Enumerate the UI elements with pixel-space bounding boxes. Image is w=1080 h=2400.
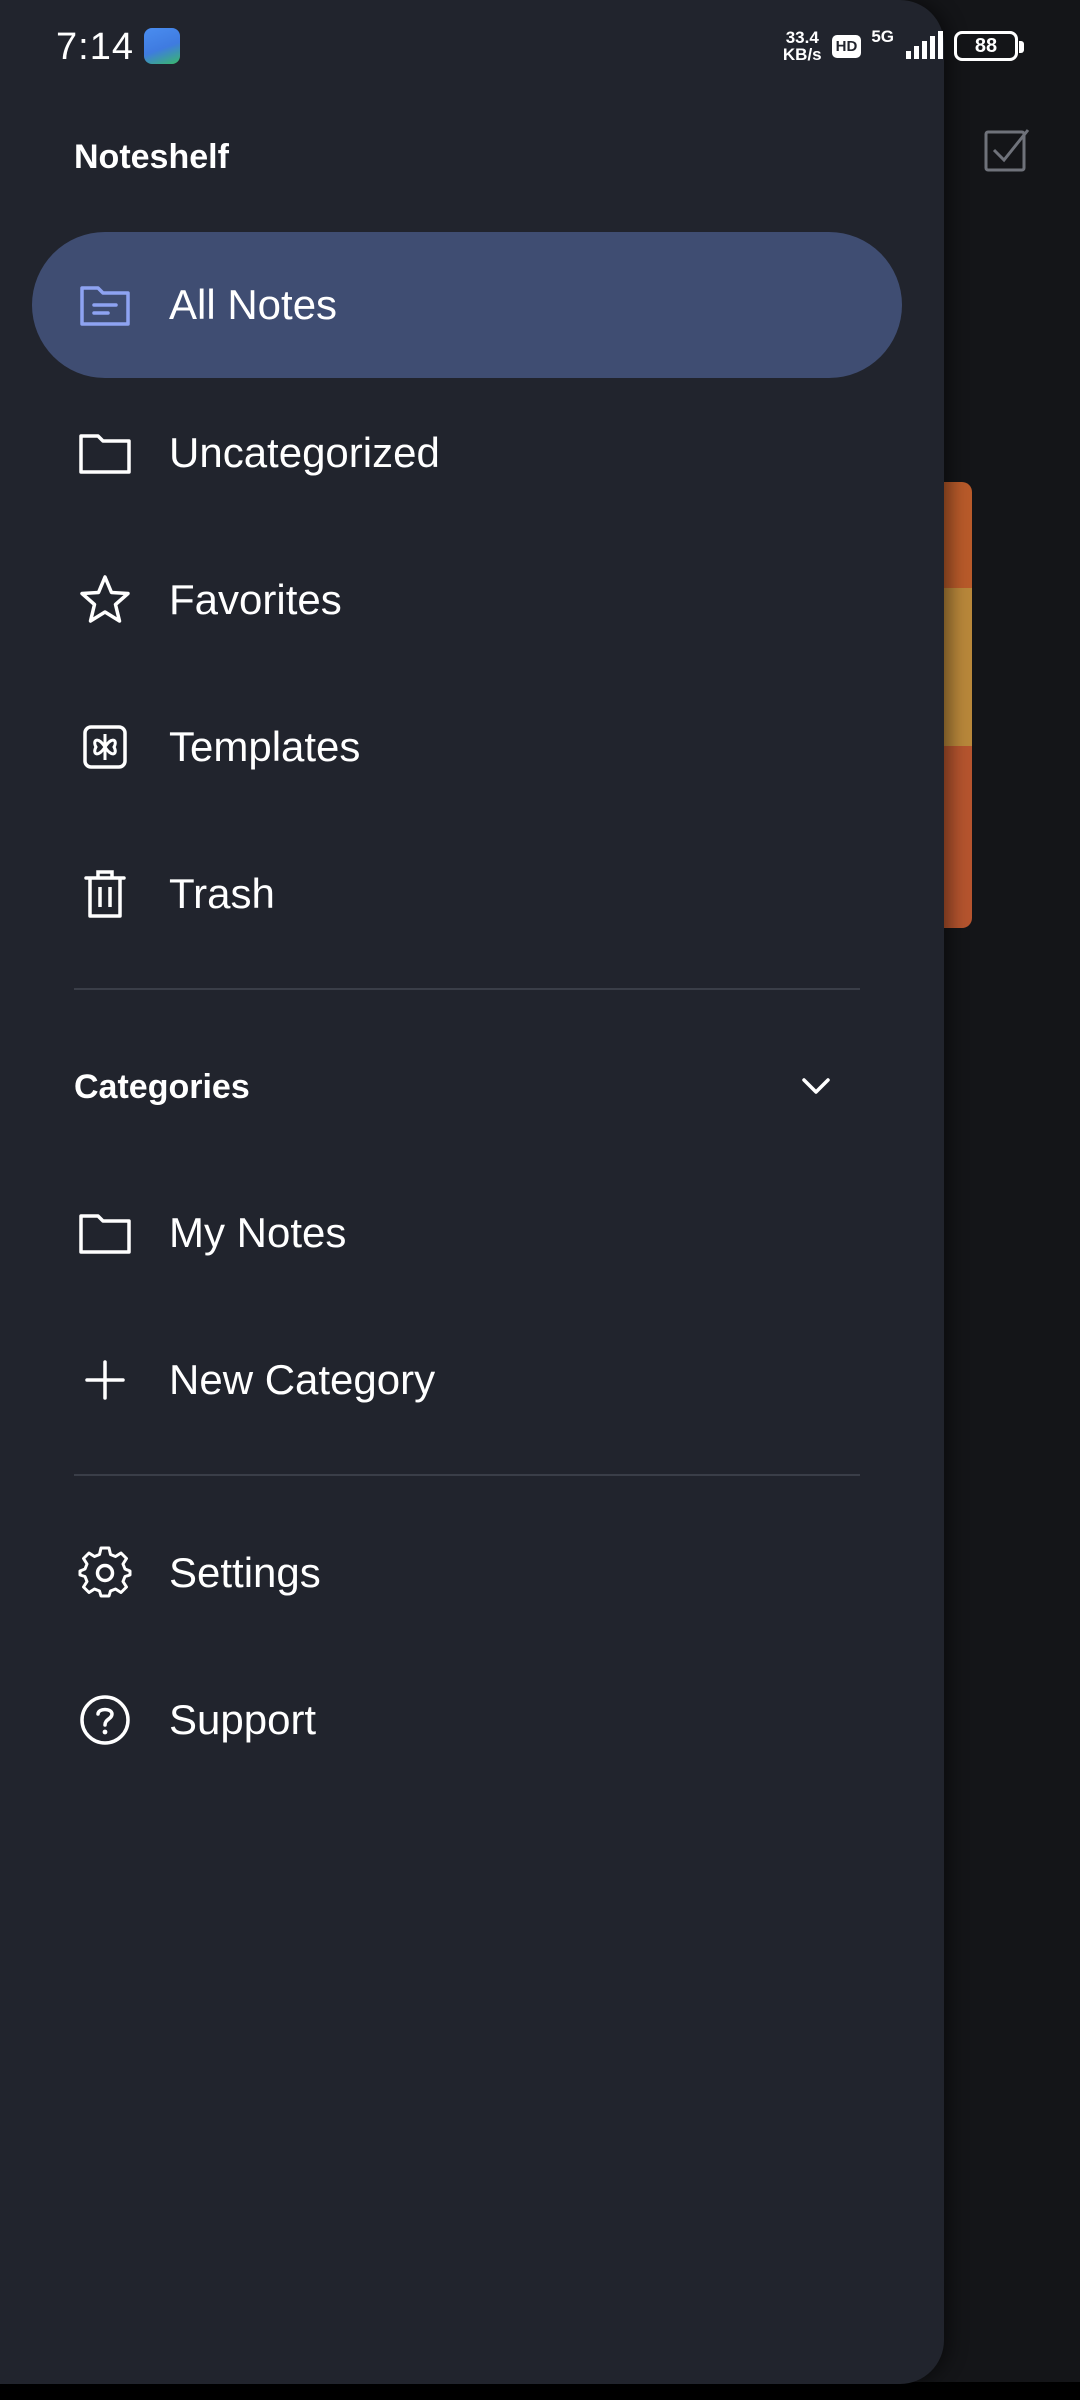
status-indicators: 33.4 KB/s HD 5G 88	[782, 24, 1024, 68]
checkbox-icon[interactable]	[982, 124, 1032, 174]
divider	[74, 988, 860, 990]
battery-icon: 88	[954, 31, 1024, 61]
plus-icon	[78, 1353, 132, 1407]
nav-item-label: Trash	[169, 870, 275, 917]
divider	[74, 1474, 860, 1476]
signal-bars-icon	[906, 31, 943, 59]
hd-voice-badge: HD	[831, 34, 862, 58]
nav-item-favorites[interactable]: Favorites	[32, 527, 902, 673]
folder-icon	[78, 426, 132, 480]
nav-item-label: Uncategorized	[169, 429, 440, 476]
gesture-bar	[0, 2382, 1080, 2400]
nav-item-label: Support	[169, 1696, 317, 1743]
new-category-button[interactable]: New Category	[32, 1307, 902, 1453]
trash-icon	[78, 867, 132, 921]
templates-icon	[78, 720, 132, 774]
folder-icon	[78, 1206, 132, 1260]
nav-item-label: Settings	[169, 1549, 321, 1596]
nav-item-support[interactable]: Support	[32, 1647, 902, 1793]
network-speed: 33.4 KB/s	[782, 28, 822, 64]
status-time: 7:14	[56, 26, 134, 68]
new-category-label: New Category	[169, 1356, 436, 1403]
gallery-notification-icon	[144, 28, 180, 64]
nav-item-label: Templates	[169, 723, 361, 770]
nav-item-uncategorized[interactable]: Uncategorized	[32, 380, 902, 526]
nav-item-label: Favorites	[169, 576, 342, 623]
nav-item-label: All Notes	[169, 281, 338, 328]
nav-item-trash[interactable]: Trash	[32, 821, 902, 967]
nav-item-all-notes[interactable]: All Notes	[32, 232, 902, 378]
app-title: Noteshelf	[74, 138, 229, 176]
category-item-label: My Notes	[169, 1209, 347, 1256]
status-bar: 7:14 33.4 KB/s HD 5G 88	[0, 0, 1080, 92]
nav-item-templates[interactable]: Templates	[32, 674, 902, 820]
battery-level: 88	[974, 34, 998, 57]
nav-item-settings[interactable]: Settings	[32, 1500, 902, 1646]
network-type: 5G	[871, 26, 894, 46]
gear-icon	[78, 1546, 132, 1600]
star-icon	[78, 573, 132, 627]
category-item-my-notes[interactable]: My Notes	[32, 1160, 902, 1306]
folder-open-icon	[78, 278, 132, 332]
chevron-down-icon[interactable]	[796, 1066, 836, 1106]
categories-label: Categories	[74, 1068, 250, 1106]
navigation-drawer: Noteshelf All Notes Uncategorized Favori…	[0, 0, 944, 2384]
help-circle-icon	[78, 1693, 132, 1747]
categories-header[interactable]: Categories	[32, 1036, 902, 1136]
